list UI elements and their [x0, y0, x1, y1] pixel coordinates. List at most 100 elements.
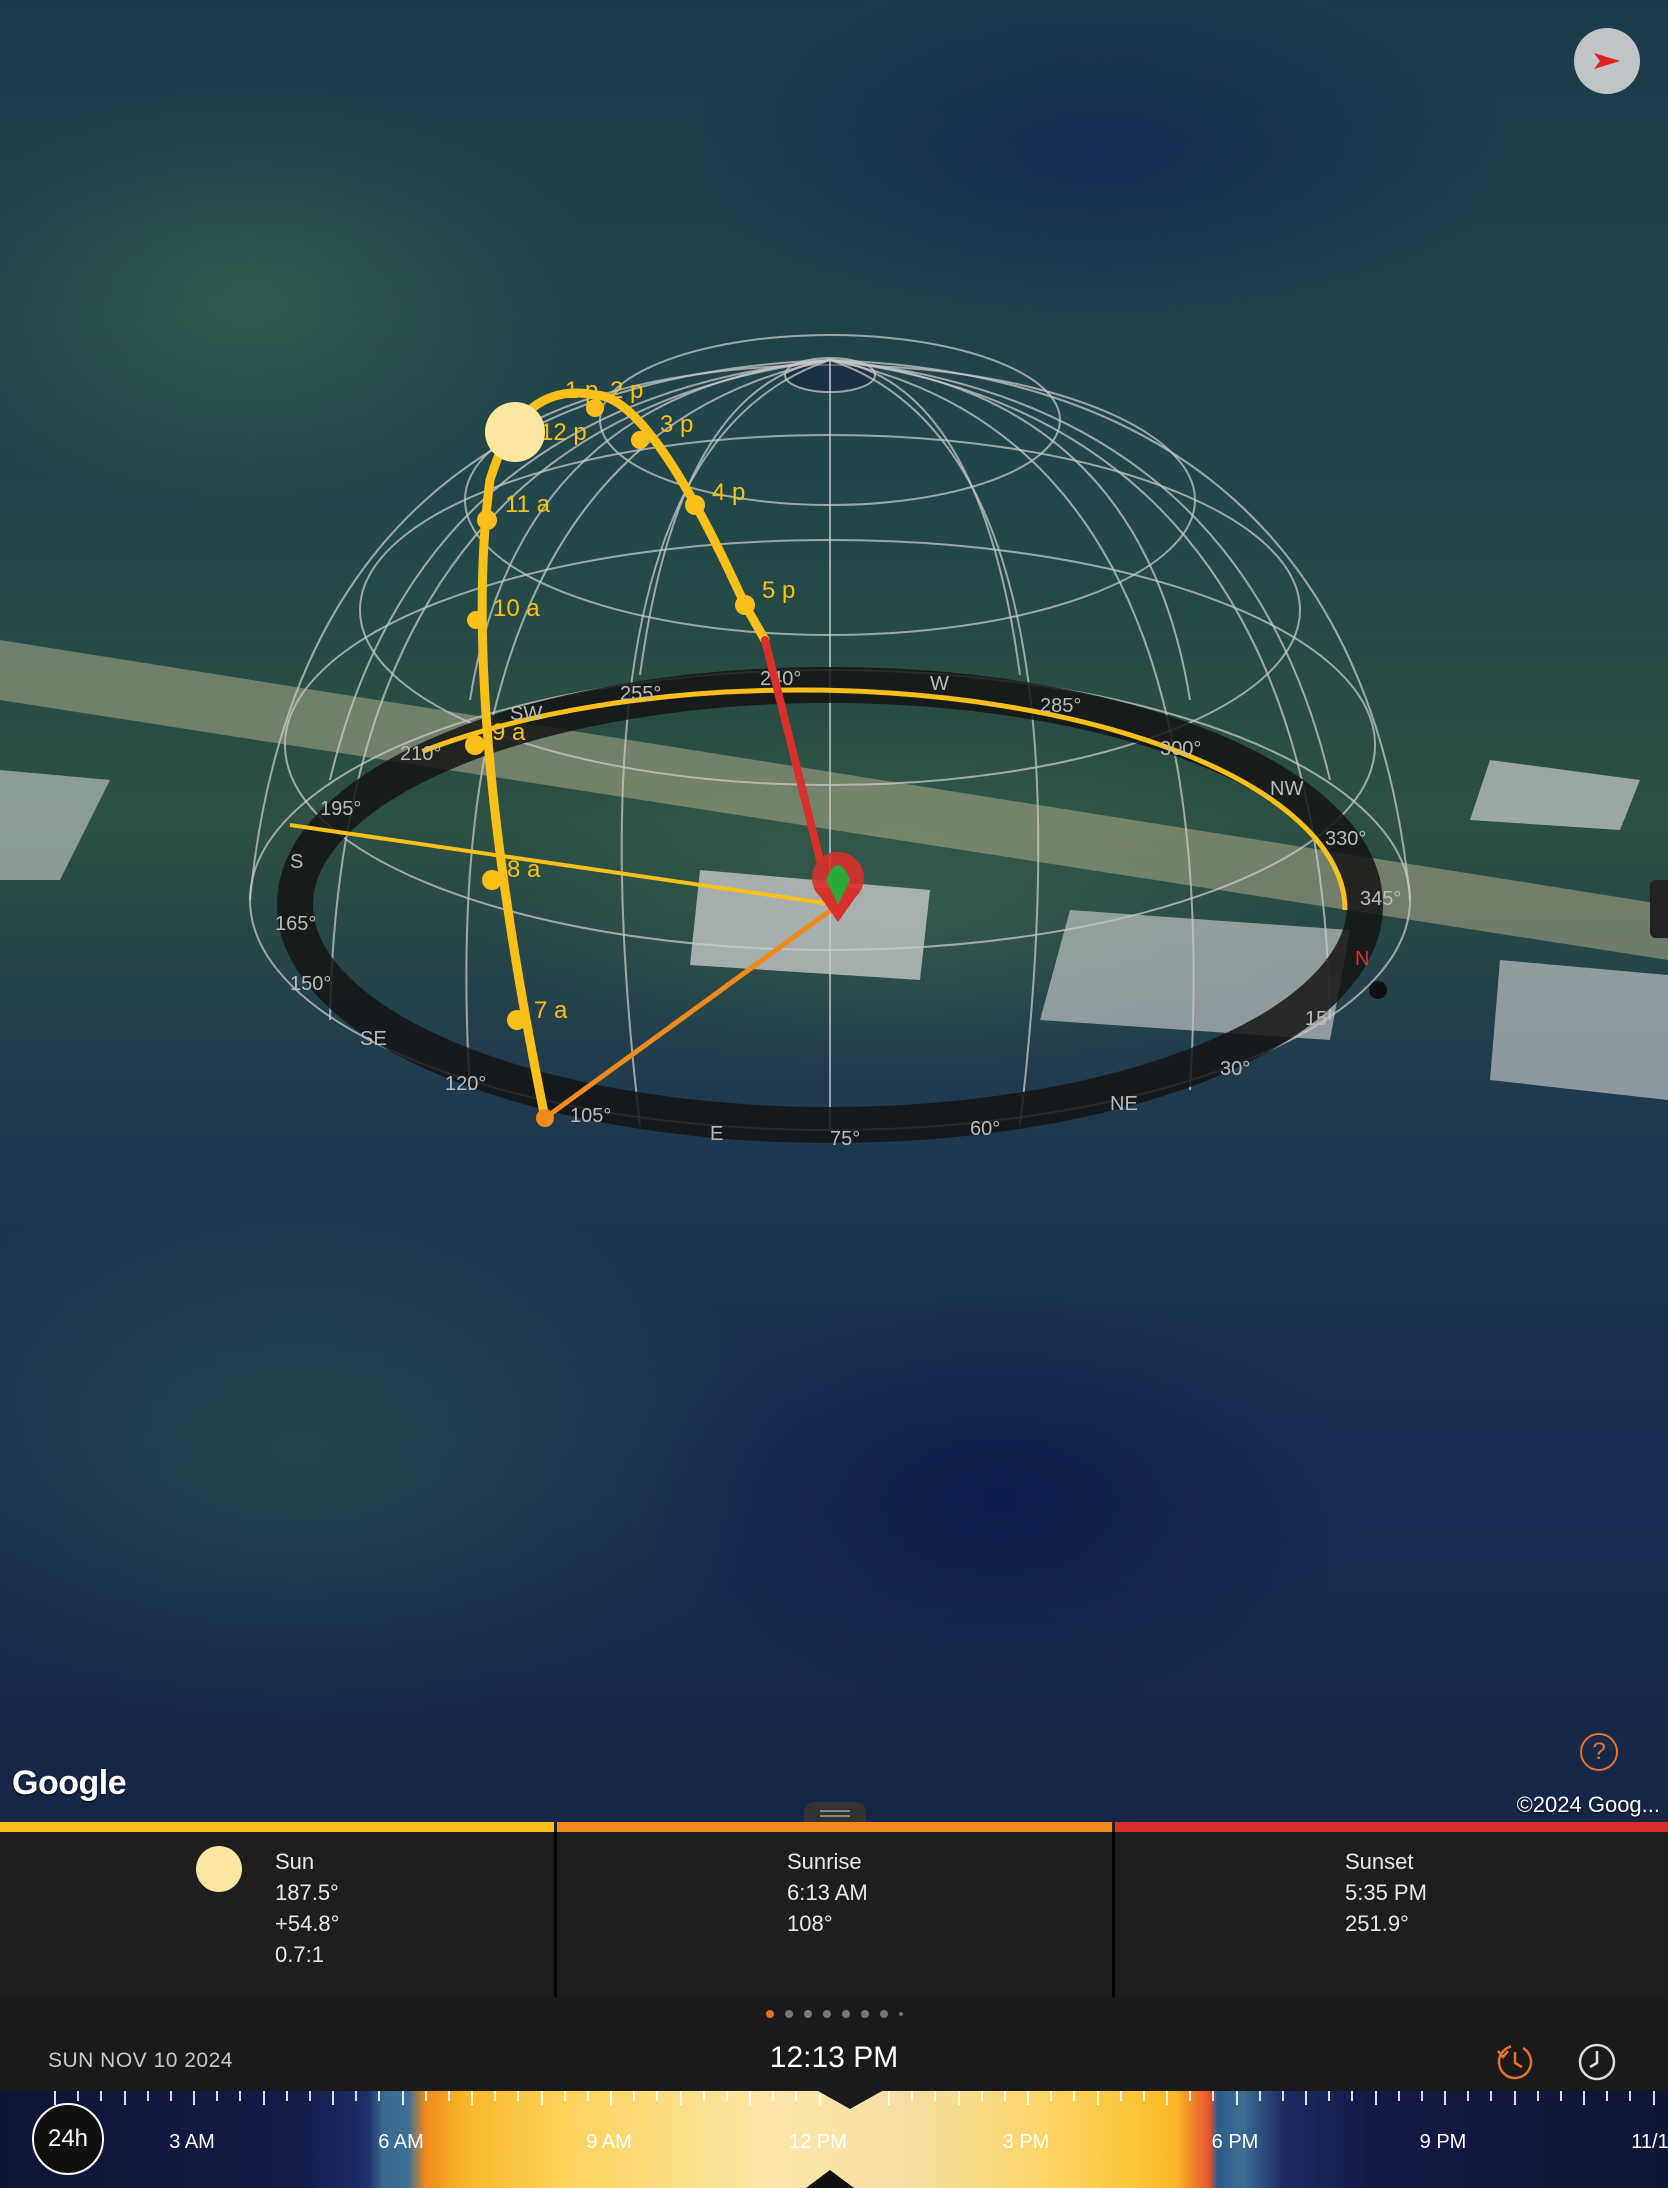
timeline-tick [193, 2091, 195, 2105]
ring-label: W [930, 673, 949, 695]
timeline-tick [1119, 2091, 1122, 2101]
clock-icon[interactable] [1576, 2041, 1618, 2083]
timeline-tick [1328, 2091, 1331, 2101]
timeline-hour-label: 9 PM [1419, 2131, 1467, 2153]
timeline-tick [1281, 2091, 1284, 2101]
timeline-tick [378, 2091, 381, 2101]
timeline-hour-label: 12 PM [789, 2131, 847, 2153]
ring-label: 150° [290, 973, 331, 995]
timeline-tick [563, 2091, 566, 2101]
hour-marker-label: 11 a [505, 491, 551, 518]
time-label[interactable]: 12:13 PM [0, 2041, 1668, 2075]
sunset-color-bar [1115, 1822, 1668, 1832]
timeline-tick [169, 2091, 172, 2101]
timeline-tick [1305, 2091, 1307, 2105]
hour-marker-label: 4 p [712, 479, 745, 506]
sunset-time: 5:35 PM [1345, 1880, 1427, 1905]
ring-label: N [1355, 948, 1369, 970]
timeline-tick [1003, 2091, 1006, 2101]
ring-label: 30° [1220, 1058, 1250, 1080]
hour-marker-label: 9 a [492, 719, 526, 746]
hour-marker-label: 1 p [565, 377, 598, 404]
page-dot[interactable] [784, 2010, 793, 2018]
timeline-tick [355, 2091, 358, 2101]
page-dot[interactable] [822, 2010, 831, 2018]
timeline-tick [633, 2091, 636, 2101]
sunrise-title: Sunrise [787, 1849, 862, 1874]
history-icon[interactable] [1494, 2041, 1536, 2083]
timeline-tick [447, 2091, 450, 2101]
timeline-tick [494, 2091, 497, 2101]
sunrise-azimuth: 108° [787, 1911, 833, 1936]
timeline-tick [1096, 2091, 1099, 2105]
timeline-tick [1374, 2091, 1377, 2105]
hour-marker-label: 2 p [610, 377, 643, 404]
sun-elevation: +54.8° [275, 1911, 340, 1936]
page-dot[interactable] [765, 2010, 774, 2018]
page-indicator[interactable] [0, 1997, 1668, 2031]
ring-label: NE [1110, 1093, 1138, 1115]
ring-label: 330° [1325, 828, 1366, 850]
timeline-tick [262, 2091, 265, 2105]
timeline-tick [1189, 2091, 1192, 2101]
timeline-tick [1536, 2091, 1539, 2101]
hour-marker-label: 5 p [762, 577, 795, 604]
24h-mode-button[interactable]: 24h [32, 2103, 104, 2175]
timeline-tick [1629, 2091, 1632, 2101]
sunset-title: Sunset [1345, 1849, 1414, 1874]
sun-azimuth: 187.5° [275, 1880, 339, 1905]
timeline-tick [1513, 2091, 1516, 2105]
timeline-hour-label: 6 AM [378, 2131, 424, 2153]
timeline-tick [1027, 2091, 1029, 2105]
help-button[interactable]: ? [1580, 1733, 1618, 1771]
panel-drag-handle[interactable] [804, 1802, 866, 1822]
timeline-tick [424, 2091, 427, 2101]
timeline-tick [1490, 2091, 1493, 2101]
timeline-tick [749, 2091, 751, 2105]
page-dot[interactable] [841, 2010, 850, 2018]
ring-label: 195° [320, 798, 361, 820]
sunset-info[interactable]: Sunset 5:35 PM 251.9° [1115, 1822, 1668, 1997]
timeline-tick [586, 2091, 589, 2101]
sun-path-overlay: 255° W 285° 300° NW 330° 345° N 15° 30° … [0, 334, 1668, 1150]
page-dot[interactable] [860, 2010, 869, 2018]
ring-label: 300° [1160, 738, 1201, 760]
timeline-tick [1166, 2091, 1168, 2105]
page-dot[interactable] [803, 2010, 812, 2018]
timeline-hour-label: 9 AM [586, 2131, 632, 2153]
compass-arrow-icon [1594, 53, 1620, 69]
timeline-tick [725, 2091, 728, 2101]
timeline-tick [795, 2091, 798, 2101]
time-pointer-icon [818, 2091, 882, 2109]
timeline-tick [1420, 2091, 1423, 2101]
timeline-tick [1235, 2091, 1238, 2105]
page-dot[interactable] [898, 2012, 903, 2016]
timeline-tick [1142, 2091, 1145, 2101]
hour-marker-label: 3 p [660, 411, 693, 438]
sunrise-info[interactable]: Sunrise 6:13 AM 108° [557, 1822, 1112, 1997]
hour-marker-label: 8 a [507, 856, 541, 883]
timeline-tick [656, 2091, 659, 2101]
timeline-tick [146, 2091, 149, 2101]
map-view[interactable]: 255° W 285° 300° NW 330° 345° N 15° 30° … [0, 0, 1668, 1822]
page-dot[interactable] [879, 2010, 888, 2018]
ring-label: 285° [1040, 695, 1081, 717]
timeline-hour-label: 3 AM [169, 2131, 215, 2153]
timeline-tick [1212, 2091, 1215, 2101]
timeline-tick [1652, 2091, 1655, 2105]
copyright-text[interactable]: ©2024 Goog... [1517, 1792, 1660, 1818]
sun-title: Sun [275, 1849, 315, 1874]
ring-label: 15° [1305, 1008, 1335, 1030]
timeline-hour-label: 6 PM [1211, 2131, 1259, 2153]
timeline-tick [911, 2091, 914, 2101]
side-drawer-tab[interactable] [1650, 880, 1668, 938]
timeline-tick [1050, 2091, 1053, 2101]
ring-label: SE [360, 1028, 387, 1050]
compass-button[interactable] [1574, 28, 1640, 94]
sunrise-color-bar [557, 1822, 1112, 1832]
ring-label: 255° [620, 683, 661, 705]
sun-info[interactable]: Sun 187.5° +54.8° 0.7:1 [0, 1822, 554, 1997]
sun-icon [196, 1846, 242, 1892]
timeline-tick [517, 2091, 520, 2101]
ring-label: 75° [830, 1128, 860, 1150]
